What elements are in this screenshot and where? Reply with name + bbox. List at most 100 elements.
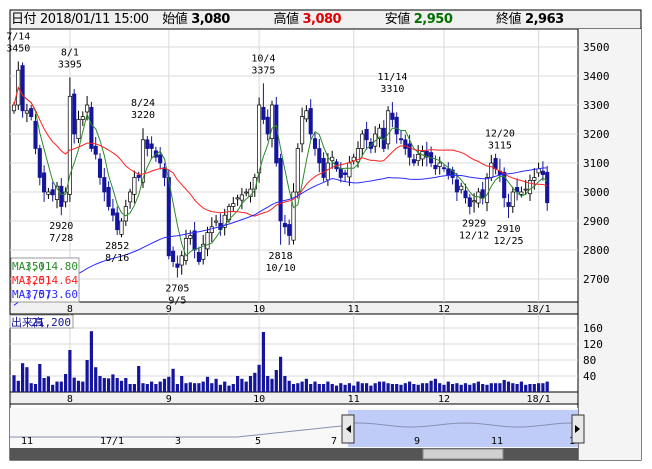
volume-bar bbox=[403, 383, 407, 392]
volume-bar bbox=[502, 380, 506, 392]
volume-bar bbox=[463, 383, 468, 392]
candle-down bbox=[136, 174, 141, 178]
candle-up bbox=[188, 235, 193, 239]
volume-bar bbox=[360, 383, 364, 392]
annotation-date: 7/14 bbox=[6, 32, 30, 43]
chart-canvas[interactable]: 7/143450 29207/28 8/13395 28528/16 8/243220 2… bbox=[0, 0, 652, 469]
candle-up bbox=[519, 191, 524, 195]
high-label: 高値 bbox=[273, 12, 299, 27]
candle-down bbox=[480, 189, 485, 199]
candle-down bbox=[390, 112, 395, 120]
candle-up bbox=[484, 177, 490, 203]
annotation-value: 3115 bbox=[488, 141, 512, 152]
volume-bar bbox=[171, 368, 175, 392]
volume-bar bbox=[16, 380, 20, 392]
volume-bar bbox=[287, 380, 291, 392]
volume-bar bbox=[541, 383, 545, 392]
candle-up bbox=[46, 191, 51, 195]
volume-bar bbox=[12, 375, 16, 392]
volume-bar bbox=[137, 366, 141, 392]
candle-down bbox=[265, 116, 270, 135]
volume-tick-label: 40 bbox=[583, 370, 596, 383]
candle-down bbox=[433, 164, 438, 170]
volume-bar bbox=[167, 376, 171, 392]
ohlc-header: 日付 2018/01/11 15:00 始値 3,080 高値 3,080 安値 2,9… bbox=[11, 11, 640, 29]
candle-up bbox=[183, 238, 189, 261]
volume-bar bbox=[115, 378, 119, 392]
candle-down bbox=[192, 230, 197, 251]
candle-down bbox=[321, 158, 326, 178]
volume-bar bbox=[283, 376, 287, 392]
candle-up bbox=[235, 197, 240, 200]
month-tick-label: 11 bbox=[348, 304, 360, 315]
candle-down bbox=[175, 263, 180, 268]
volume-bar bbox=[38, 364, 42, 392]
volume-bar bbox=[451, 384, 455, 392]
high-value: 3,080 bbox=[302, 12, 342, 27]
volume-bar bbox=[274, 370, 278, 392]
navigator-label: 7 bbox=[331, 436, 337, 447]
volume-bar bbox=[25, 367, 29, 392]
candle-up bbox=[351, 156, 356, 162]
volume-bar bbox=[304, 378, 308, 392]
scrollbar-thumb[interactable] bbox=[422, 448, 504, 460]
volume-bar bbox=[326, 381, 330, 392]
candle-up bbox=[209, 226, 214, 233]
candle-up bbox=[523, 188, 528, 191]
annotation-value: 3395 bbox=[58, 59, 82, 70]
volume-bar bbox=[180, 376, 184, 392]
ma75-value: 3,073.60 bbox=[25, 288, 78, 301]
candle-up bbox=[532, 177, 537, 181]
volume-bar bbox=[528, 384, 532, 392]
volume-bar bbox=[76, 380, 81, 392]
volume-bar bbox=[373, 383, 377, 392]
candle-up bbox=[459, 185, 464, 191]
month-tick-label: 9 bbox=[166, 394, 172, 405]
volume-bar bbox=[46, 376, 50, 392]
volume-bar bbox=[412, 384, 416, 392]
price-tick-label: 2900 bbox=[583, 215, 610, 228]
close-label: 終値 bbox=[496, 12, 522, 27]
candle-down bbox=[158, 154, 163, 164]
candle-up bbox=[416, 153, 421, 162]
volume-bar bbox=[201, 381, 205, 392]
candle-down bbox=[278, 158, 283, 222]
volume-bar bbox=[459, 384, 463, 392]
volume-bar bbox=[365, 383, 369, 392]
candle-down bbox=[411, 159, 416, 164]
candle-down bbox=[29, 108, 34, 117]
volume-bar bbox=[377, 381, 382, 392]
date-value: 2018/01/11 15:00 bbox=[40, 12, 149, 27]
volume-bar bbox=[309, 384, 313, 392]
candle-up bbox=[325, 162, 330, 181]
volume-bar bbox=[279, 356, 283, 392]
volume-bar bbox=[128, 384, 132, 392]
volume-bar bbox=[330, 384, 334, 392]
volume-bar bbox=[236, 376, 240, 392]
candle-up bbox=[489, 162, 494, 178]
volume-bar bbox=[68, 350, 72, 392]
volume-bar bbox=[59, 381, 63, 392]
volume-legend: 出来高 21,200 bbox=[9, 314, 74, 329]
month-tick-label: 11 bbox=[348, 394, 360, 405]
date-label: 日付 bbox=[11, 12, 37, 27]
candle-down bbox=[287, 224, 292, 236]
volume-bar bbox=[494, 383, 498, 392]
price-tick-label: 3500 bbox=[583, 41, 610, 54]
volume-bar bbox=[270, 378, 274, 392]
volume-bar bbox=[455, 383, 459, 392]
volume-bar bbox=[132, 384, 136, 392]
candle-down bbox=[446, 168, 451, 175]
volume-bar bbox=[485, 384, 489, 392]
volume-bar bbox=[489, 383, 493, 392]
annotation-date: 8/1 bbox=[61, 47, 79, 58]
volume-bar bbox=[356, 381, 360, 392]
candle-down bbox=[59, 185, 64, 207]
volume-bar bbox=[481, 384, 485, 392]
volume-bar bbox=[42, 378, 46, 392]
volume-bar bbox=[313, 381, 317, 392]
navigator-label: 17/1 bbox=[100, 436, 124, 447]
annotation-date: 12/12 bbox=[459, 231, 489, 242]
candle-down bbox=[407, 143, 412, 158]
volume-bar bbox=[98, 376, 102, 392]
